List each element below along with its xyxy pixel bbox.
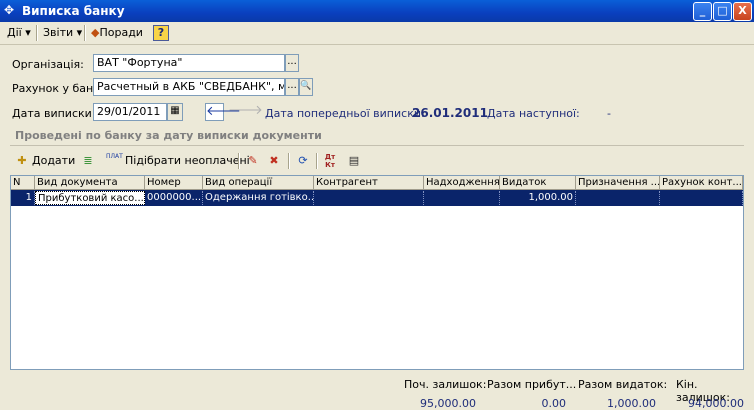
next-date-arrow-icon[interactable]: 🡒 <box>228 103 263 119</box>
cell-doc-type[interactable]: Прибутковий касо... <box>35 191 145 205</box>
date-field[interactable]: 29/01/2011 <box>93 103 167 121</box>
table-row[interactable]: 1 Прибутковий касо... 0000000... Одержан… <box>11 190 743 206</box>
calendar-icon[interactable]: ▦ <box>167 103 183 121</box>
title-bar: ✥ Виписка банку _ □ X <box>0 0 754 22</box>
window-title: Виписка банку <box>22 4 125 18</box>
total-income-label: Разом прибут... <box>487 378 577 391</box>
refresh-icon[interactable]: ⟳ <box>295 153 311 169</box>
dt-kt-icon[interactable]: Дт Кт <box>322 153 338 169</box>
column-header-operation[interactable]: Вид операції <box>203 176 314 190</box>
pick-unpaid-icon: ПЛАТ <box>106 153 123 160</box>
reports-menu-label: Звіти <box>43 26 74 39</box>
total-income-value: 0.00 <box>541 397 567 410</box>
total-expense-label: Разом видаток: <box>578 378 668 391</box>
tips-label: Поради <box>99 26 143 39</box>
table-header: N Вид документа Номер Вид операції Контр… <box>11 176 743 190</box>
group-divider <box>10 145 744 146</box>
tips-button[interactable]: ◆Поради <box>88 25 146 40</box>
organization-label: Організація: <box>12 58 84 71</box>
next-statement-label: Дата наступної: <box>487 107 580 120</box>
organization-field[interactable]: ВАТ "Фортуна" <box>93 54 285 72</box>
cell-account[interactable] <box>660 191 743 205</box>
menu-bar: Дії ▾ Звіти ▾ ◆Поради ? <box>0 22 754 45</box>
cell-number[interactable]: 0000000... <box>145 191 203 205</box>
help-icon[interactable]: ? <box>153 25 169 41</box>
actions-menu[interactable]: Дії ▾ <box>4 25 34 40</box>
column-header-counterparty[interactable]: Контрагент <box>314 176 424 190</box>
delete-row-icon[interactable]: ✖ <box>266 153 282 169</box>
app-icon: ✥ <box>4 3 15 17</box>
add-icon: ✚ <box>17 154 27 167</box>
column-header-income[interactable]: Надходження <box>424 176 500 190</box>
reports-menu[interactable]: Звіти ▾ <box>40 25 85 40</box>
copy-row-icon[interactable]: ≣ <box>80 153 96 169</box>
cell-counterparty[interactable] <box>314 191 424 205</box>
start-balance-label: Поч. залишок: <box>404 378 487 391</box>
pick-unpaid-button[interactable]: Підібрати неоплачені <box>125 152 250 170</box>
organization-select-button[interactable]: ... <box>285 54 299 72</box>
add-button[interactable]: Додати <box>32 152 75 170</box>
cell-purpose[interactable] <box>576 191 660 205</box>
cell-income[interactable] <box>424 191 500 205</box>
toolbar-separator <box>316 153 318 169</box>
maximize-button[interactable]: □ <box>713 2 732 21</box>
column-header-doc-type[interactable]: Вид документа <box>35 176 145 190</box>
account-field[interactable]: Расчетный в АКБ "СВЕДБАНК", м. К <box>93 78 285 96</box>
total-expense-value: 1,000.00 <box>607 397 656 410</box>
start-balance-value: 95,000.00 <box>420 397 476 410</box>
previous-date-arrow-icon[interactable]: 🡐 <box>205 103 241 121</box>
cell-n: 1 <box>11 191 35 205</box>
documents-table[interactable]: N Вид документа Номер Вид операції Контр… <box>10 175 744 370</box>
cell-expense[interactable]: 1,000.00 <box>500 191 576 205</box>
documents-group-title: Проведені по банку за дату виписки докум… <box>15 129 322 142</box>
column-header-expense[interactable]: Видаток <box>500 176 576 190</box>
minimize-button[interactable]: _ <box>693 2 712 21</box>
toolbar-separator <box>288 153 290 169</box>
account-label: Рахунок у бан... <box>12 82 104 95</box>
actions-menu-label: Дії <box>7 26 22 39</box>
column-header-account[interactable]: Рахунок конт... <box>660 176 743 190</box>
previous-statement-date: 26.01.2011 <box>412 106 488 120</box>
next-statement-date: - <box>607 107 611 120</box>
column-header-number[interactable]: Номер <box>145 176 203 190</box>
journal-icon[interactable]: ▤ <box>346 153 362 169</box>
account-select-button[interactable]: ... <box>285 78 299 96</box>
end-balance-value: 94,000.00 <box>688 397 744 410</box>
menu-separator <box>36 25 38 41</box>
date-label: Дата виписки: <box>12 107 96 120</box>
menu-separator <box>84 25 86 41</box>
account-search-icon[interactable]: 🔍 <box>299 78 313 96</box>
column-header-n[interactable]: N <box>11 176 35 190</box>
previous-statement-label: Дата попередньої виписки: <box>265 107 425 120</box>
column-header-purpose[interactable]: Призначення ... <box>576 176 660 190</box>
edit-row-icon[interactable]: ✎ <box>245 153 261 169</box>
close-button[interactable]: X <box>733 2 752 21</box>
cell-operation[interactable]: Одержання готівко... <box>203 191 314 205</box>
toolbar-separator <box>238 153 240 169</box>
